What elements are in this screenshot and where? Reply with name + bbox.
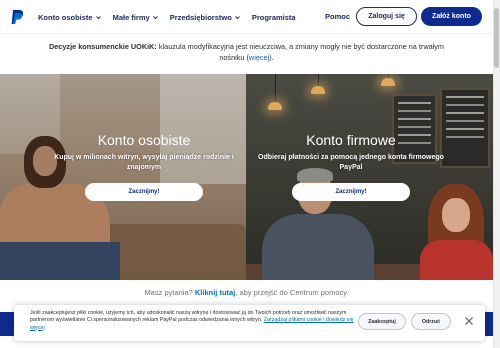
hero-personal-image [0,74,246,280]
notice-end: ). [269,52,274,62]
personal-get-started-button[interactable]: Zacznijmy! [85,183,203,201]
top-navigation-bar: Konto osobiste Małe firmy Przedsiębiorst… [0,0,500,34]
close-icon[interactable] [464,316,474,326]
hero-section: Konto osobiste Kupuj w milionach witryn,… [0,74,493,280]
nav-item-personal[interactable]: Konto osobiste [38,13,101,22]
signup-button[interactable]: Załóż konto [421,7,482,26]
hero-personal-subtitle: Kupuj w milionach witryn, wysyłaj pienią… [54,154,234,171]
questions-before: Masz pytania? [144,288,195,297]
scrollbar-thumb[interactable] [494,8,499,68]
chevron-down-icon [95,15,101,19]
nav-item-developer[interactable]: Programista [252,13,296,22]
help-link[interactable]: Pomoc [325,12,350,21]
notice-text: klauzula modyfikacyjna jest nieuczciwa, … [156,42,444,62]
hero-personal-title: Konto osobiste [97,132,191,148]
notice-title: Decyzje konsumenckie UOKiK: [48,42,157,51]
cookie-reject-button[interactable]: Odrzuć [411,313,451,330]
cookie-accept-button[interactable]: Zaakceptuj [358,313,406,330]
help-center-link[interactable]: Kliknij tutaj [195,288,235,297]
help-center-line: Masz pytania? Kliknij tutaj, aby przejść… [0,288,493,297]
cookie-banner: Jeśli zaakceptujesz pliki cookie, użyjem… [14,305,485,341]
chevron-down-icon [234,15,240,19]
chevron-down-icon [152,15,158,19]
nav-item-label: Konto osobiste [38,12,93,22]
uokik-notice: Decyzje konsumenckie UOKiK: klauzula mod… [0,34,493,74]
questions-after: , aby przejść do Centrum pomocy. [235,288,349,297]
nav-item-label: Małe firmy [112,12,150,22]
notice-more-link[interactable]: więcej [249,53,269,62]
nav-item-small-business[interactable]: Małe firmy [113,13,158,22]
hero-business-title: Konto firmowe [306,132,396,148]
paypal-logo-icon[interactable] [11,9,24,25]
main-nav: Konto osobiste Małe firmy Przedsiębiorst… [38,0,296,34]
login-button[interactable]: Zaloguj się [356,7,417,26]
cookie-text: Jeśli zaakceptujesz pliki cookie, użyjem… [30,310,356,332]
business-get-started-button[interactable]: Zacznijmy! [292,183,410,201]
nav-item-label: Programista [251,12,296,22]
nav-item-label: Przedsiębiorstwo [169,12,232,22]
hero-business-subtitle: Odbieraj płatności za pomocą jednego kon… [258,154,444,171]
nav-item-enterprise[interactable]: Przedsiębiorstwo [170,13,240,22]
